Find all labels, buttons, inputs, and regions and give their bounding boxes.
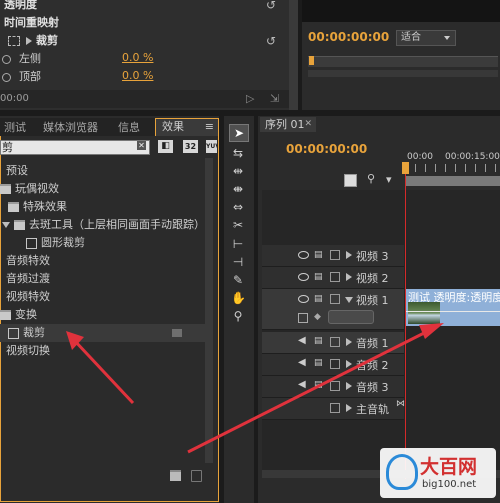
arrow-head-icon xyxy=(419,323,444,339)
watermark-brand: 大百网 xyxy=(420,456,478,478)
watermark-logo-icon xyxy=(386,454,418,490)
watermark-url: big100.net xyxy=(422,479,477,490)
annotation-arrows xyxy=(66,323,444,454)
arrow-to-clip xyxy=(187,327,433,454)
arrow-to-crop xyxy=(72,338,135,405)
watermark-logo: 大百网 big100.net xyxy=(380,448,496,498)
